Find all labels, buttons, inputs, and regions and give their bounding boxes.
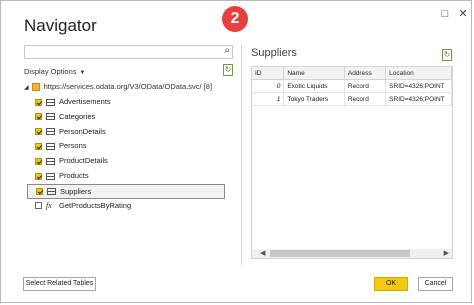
column-header[interactable]: Address <box>344 67 387 80</box>
tree-list: Advertisements Categories PersonDetails Per… <box>27 95 235 214</box>
checkbox[interactable] <box>35 157 42 165</box>
scrollbar-thumb[interactable] <box>270 250 410 257</box>
tree-item-label: Advertisements <box>59 97 111 106</box>
column-header[interactable]: Name <box>283 67 345 80</box>
table-icon <box>46 98 55 106</box>
database-icon <box>31 83 40 92</box>
tree-item-advertisements[interactable]: Advertisements <box>35 95 235 110</box>
display-options-menu[interactable]: Display Options ▼ <box>24 67 85 76</box>
close-button[interactable]: ✕ <box>456 7 470 21</box>
table-icon <box>46 157 55 165</box>
checkbox[interactable] <box>35 128 42 136</box>
table-icon <box>46 128 55 136</box>
scroll-left-icon[interactable]: ◀ <box>260 249 265 258</box>
chevron-down-icon: ▼ <box>79 70 86 76</box>
table-cell: 1 <box>252 92 285 106</box>
column-header[interactable]: ID <box>252 67 285 80</box>
dialog-title: Navigator <box>24 16 97 35</box>
table-cell: Tokyo Traders <box>283 92 345 106</box>
tree-item-label: ProductDetails <box>59 156 108 166</box>
table-cell: SRID=4326;POINT <box>385 92 452 106</box>
expand-triangle-icon: ◢ <box>24 85 29 91</box>
table-icon <box>46 113 55 121</box>
tree-item-label: Suppliers <box>60 186 92 196</box>
table-cell: Exotic Liquids <box>283 79 345 93</box>
table-icon <box>46 142 55 150</box>
checkbox[interactable] <box>35 172 42 180</box>
tree-item-productdetails[interactable]: ProductDetails <box>35 154 235 169</box>
table-cell: Record <box>344 79 387 93</box>
tree-root-label: https://services.odata.org/V3/OData/ODat… <box>43 82 213 91</box>
tree-item-label: PersonDetails <box>59 126 106 136</box>
table-icon <box>47 188 56 196</box>
table-row: 1 Tokyo Traders Record SRID=4326;POINT <box>252 92 452 106</box>
tree-item-persons[interactable]: Persons <box>35 139 235 154</box>
tree-item-getproductsbyrating[interactable]: fx GetProductsByRating <box>35 199 235 214</box>
checkbox[interactable] <box>35 98 42 106</box>
preview-title: Suppliers <box>251 47 297 59</box>
function-icon: fx <box>46 200 52 210</box>
table-icon <box>46 172 55 180</box>
cancel-button[interactable]: Cancel <box>418 277 453 291</box>
panel-divider <box>241 45 242 265</box>
display-options-label: Display Options <box>24 67 77 76</box>
tree-item-suppliers[interactable]: Suppliers <box>27 183 225 199</box>
maximize-button[interactable]: □ <box>438 7 452 21</box>
search-input[interactable]: ⌕ <box>24 45 233 59</box>
tree-item-label: GetProductsByRating <box>59 200 132 210</box>
table-cell: 0 <box>252 79 285 93</box>
tree-root[interactable]: ◢ https://services.odata.org/V3/OData/ODa… <box>24 82 213 92</box>
search-icon: ⌕ <box>224 45 230 56</box>
tree-item-persondetails[interactable]: PersonDetails <box>35 125 235 140</box>
navigator-dialog: Navigator 2 □ ✕ ⌕ Display Options ▼ ↻ ◢ ht… <box>0 0 472 303</box>
preview-table: ID Name Address Location 0 Exotic Liquids Rec… <box>252 67 452 106</box>
tree-item-label: Products <box>59 170 89 180</box>
step-badge: 2 <box>222 6 248 32</box>
checkbox[interactable] <box>35 142 42 150</box>
tree-item-label: Persons <box>59 141 87 151</box>
table-row: 0 Exotic Liquids Record SRID=4326;POINT <box>252 79 452 93</box>
checkbox[interactable] <box>36 188 43 196</box>
select-related-tables-button[interactable]: Select Related Tables <box>23 277 96 291</box>
ok-button[interactable]: OK <box>374 277 408 291</box>
tree-item-products[interactable]: Products <box>35 169 235 184</box>
scroll-right-icon[interactable]: ▶ <box>444 249 449 258</box>
table-cell: SRID=4326;POINT <box>385 79 452 93</box>
preview-refresh-icon[interactable]: ↻ <box>442 49 452 61</box>
checkbox[interactable] <box>35 202 42 210</box>
preview-grid: ID Name Address Location 0 Exotic Liquids Rec… <box>251 66 453 259</box>
horizontal-scrollbar[interactable]: ◀ ▶ <box>252 249 452 258</box>
table-cell: Record <box>344 92 387 106</box>
checkbox[interactable] <box>35 113 42 121</box>
tree-item-label: Categories <box>59 111 96 121</box>
tree-item-categories[interactable]: Categories <box>35 110 235 125</box>
column-header[interactable]: Location <box>385 67 452 80</box>
refresh-icon[interactable]: ↻ <box>223 64 233 76</box>
